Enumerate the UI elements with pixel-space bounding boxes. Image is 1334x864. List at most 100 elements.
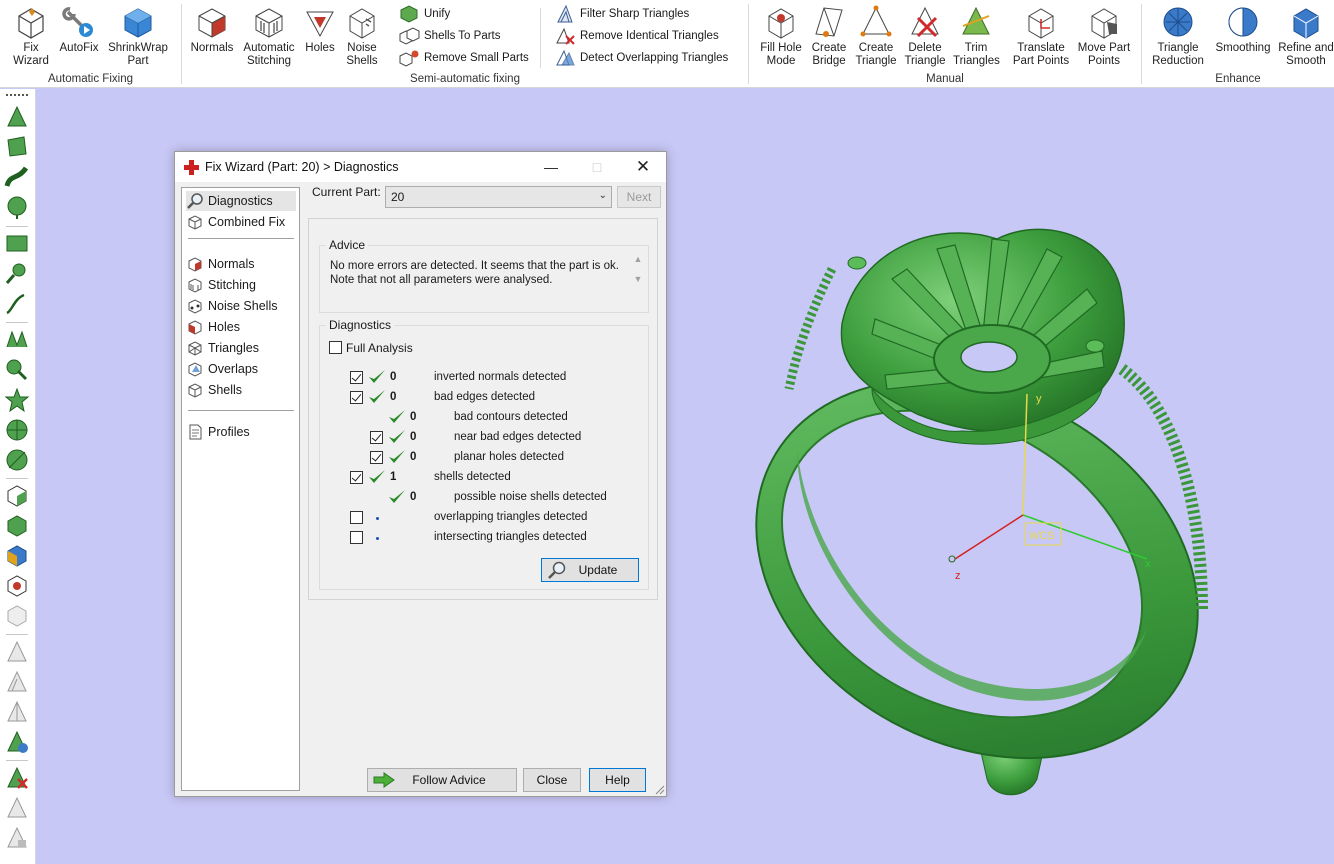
noise-shells-button[interactable]: Noise Shells xyxy=(342,4,382,68)
select-plane-tool-icon[interactable] xyxy=(4,134,30,160)
follow-advice-button[interactable]: Follow Advice xyxy=(367,768,517,792)
y-axis-label: y xyxy=(1036,393,1042,405)
nav-item-noise-shells[interactable]: Noise Shells xyxy=(186,296,296,316)
part-select-tool-icon[interactable] xyxy=(4,513,30,539)
triangle-fill-tool-icon[interactable] xyxy=(4,825,30,851)
unify-button[interactable]: Unify xyxy=(398,4,450,24)
part-color-tool-icon[interactable] xyxy=(4,543,30,569)
create-triangle-button[interactable]: Create Triangle xyxy=(853,4,899,68)
box-select-tool-icon[interactable] xyxy=(4,231,30,257)
brush-tool-icon[interactable] xyxy=(4,357,30,383)
normals-icon xyxy=(188,257,202,272)
next-button[interactable]: Next xyxy=(617,186,661,208)
shells-to-parts-button[interactable]: Shells To Parts xyxy=(398,26,501,46)
count-planar-holes: 0 xyxy=(410,451,417,463)
fill-hole-icon xyxy=(768,8,794,39)
autofix-button[interactable]: AutoFix xyxy=(56,4,102,55)
nav-item-triangles[interactable]: Triangles xyxy=(186,338,296,358)
diagnostics-group: Diagnostics Full Analysis 0 inverted nor… xyxy=(319,318,649,590)
ribbon-group-automatic-fixing: Fix Wizard AutoFix ShrinkWrap Part Autom… xyxy=(0,0,181,88)
refine-and-smooth-button[interactable]: Refine and Smooth xyxy=(1278,4,1334,68)
nav-item-stitching[interactable]: Stitching xyxy=(186,275,296,295)
check-bad-edges[interactable] xyxy=(350,391,363,404)
update-button[interactable]: Update xyxy=(541,558,639,582)
count-shells: 1 xyxy=(390,471,397,483)
ribbon-group-manual: Fill Hole Mode Create Bridge Create Tria… xyxy=(749,0,1141,88)
toolbar-divider xyxy=(6,634,28,635)
group-label-semi-automatic: Semi-automatic fixing xyxy=(410,73,520,85)
remove-small-parts-button[interactable]: Remove Small Parts xyxy=(398,48,529,68)
part-disabled-tool-icon[interactable] xyxy=(4,603,30,629)
triangle-edit-tool-icon[interactable] xyxy=(4,669,30,695)
sphere-select-tool-icon[interactable] xyxy=(4,447,30,473)
select-shell-tool-icon[interactable] xyxy=(4,194,30,220)
check-inverted-normals[interactable] xyxy=(350,371,363,384)
nav-item-diagnostics[interactable]: Diagnostics xyxy=(186,191,296,211)
close-button[interactable]: Close xyxy=(523,768,581,792)
wheel-select-tool-icon[interactable] xyxy=(4,417,30,443)
part-invert-tool-icon[interactable] xyxy=(4,573,30,599)
triangle-grey-tool-icon[interactable] xyxy=(4,639,30,665)
ok-check-icon xyxy=(389,430,405,443)
toolbar-divider xyxy=(6,760,28,761)
brush-select-tool-icon[interactable] xyxy=(4,261,30,287)
create-bridge-button[interactable]: Create Bridge xyxy=(807,4,851,68)
minimize-button[interactable]: — xyxy=(528,152,574,182)
triangle-shade-tool-icon[interactable] xyxy=(4,795,30,821)
triangle-split-tool-icon[interactable] xyxy=(4,699,30,725)
holes-button[interactable]: Holes xyxy=(300,4,340,55)
normals-button[interactable]: Normals xyxy=(188,4,236,55)
advice-scrollbar[interactable]: ▲ ▼ xyxy=(630,254,646,294)
triangles-icon xyxy=(188,341,202,356)
holes-icon xyxy=(188,320,202,335)
magnifier-icon xyxy=(548,561,566,579)
check-shells[interactable] xyxy=(350,471,363,484)
dialog-titlebar[interactable]: Fix Wizard (Part: 20) > Diagnostics — □ … xyxy=(175,152,666,182)
lasso-select-tool-icon[interactable] xyxy=(4,291,30,317)
current-part-select[interactable]: 20 ⌄ xyxy=(385,186,612,208)
shrinkwrap-part-button[interactable]: ShrinkWrap Part xyxy=(105,4,171,68)
maximize-button[interactable]: □ xyxy=(574,152,620,182)
triangle-globe-tool-icon[interactable] xyxy=(4,729,30,755)
left-tool-strip xyxy=(0,89,36,864)
text-overlapping-triangles: overlapping triangles detected xyxy=(434,511,588,523)
help-button[interactable]: Help xyxy=(589,768,646,792)
fix-wizard-button[interactable]: Fix Wizard xyxy=(8,4,54,68)
detect-overlapping-triangles-button[interactable]: Detect Overlapping Triangles xyxy=(554,48,728,68)
nav-item-shells[interactable]: Shells xyxy=(186,380,296,400)
select-triangle-tool-icon[interactable] xyxy=(4,104,30,130)
translate-part-points-button[interactable]: Translate Part Points xyxy=(1007,4,1075,68)
move-part-points-button[interactable]: Move Part Points xyxy=(1077,4,1131,68)
select-edge-tool-icon[interactable] xyxy=(4,327,30,353)
check-planar-holes[interactable] xyxy=(370,451,383,464)
check-intersecting-triangles[interactable] xyxy=(350,531,363,544)
full-analysis-checkbox[interactable] xyxy=(329,341,342,354)
remove-identical-triangles-button[interactable]: Remove Identical Triangles xyxy=(554,26,719,46)
shrinkwrap-icon xyxy=(124,8,152,38)
check-overlapping-triangles[interactable] xyxy=(350,511,363,524)
nav-item-combined-fix[interactable]: Combined Fix xyxy=(186,212,296,232)
x-axis-label: x xyxy=(1145,558,1151,570)
filter-sharp-triangles-button[interactable]: Filter Sharp Triangles xyxy=(554,4,689,24)
star-select-tool-icon[interactable] xyxy=(4,387,30,413)
close-window-button[interactable]: ✕ xyxy=(620,152,666,182)
part-tool-icon[interactable] xyxy=(4,483,30,509)
nav-item-overlaps[interactable]: Overlaps xyxy=(186,359,296,379)
triangle-reduction-button[interactable]: Triangle Reduction xyxy=(1148,4,1208,68)
nav-item-normals[interactable]: Normals xyxy=(186,254,296,274)
select-surface-tool-icon[interactable] xyxy=(4,164,30,190)
text-bad-edges: bad edges detected xyxy=(434,391,536,403)
smoothing-button[interactable]: Smoothing xyxy=(1214,4,1272,55)
fill-hole-mode-button[interactable]: Fill Hole Mode xyxy=(755,4,807,68)
triangle-delete-tool-icon[interactable] xyxy=(4,765,30,791)
toolbar-grip[interactable] xyxy=(6,94,28,96)
nav-item-holes[interactable]: Holes xyxy=(186,317,296,337)
delete-triangle-button[interactable]: Delete Triangle xyxy=(902,4,948,68)
resize-grip-icon[interactable] xyxy=(655,785,665,795)
automatic-stitching-button[interactable]: Automatic Stitching xyxy=(240,4,298,68)
fix-wizard-dialog: Fix Wizard (Part: 20) > Diagnostics — □ … xyxy=(174,151,667,797)
text-inverted-normals: inverted normals detected xyxy=(434,371,567,383)
trim-triangles-button[interactable]: Trim Triangles xyxy=(953,4,1000,68)
nav-item-profiles[interactable]: Profiles xyxy=(186,422,296,442)
check-near-bad-edges[interactable] xyxy=(370,431,383,444)
